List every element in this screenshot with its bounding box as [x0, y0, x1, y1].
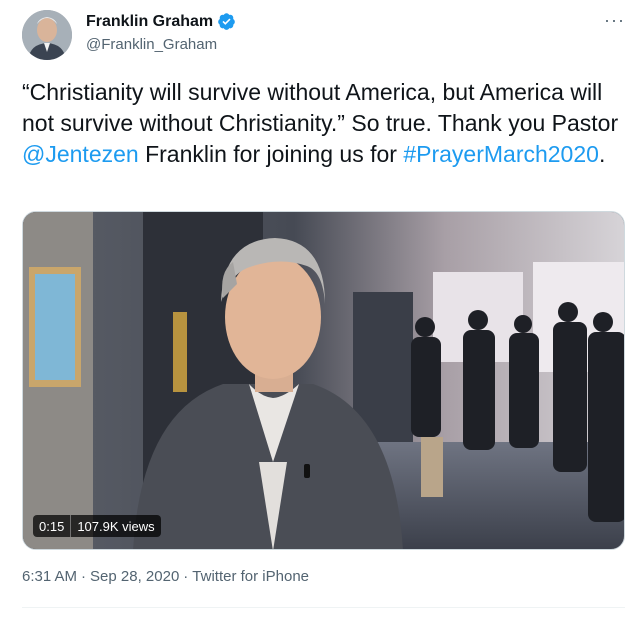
tweet-text-part: Franklin for joining us for — [138, 141, 404, 167]
tweet-time[interactable]: 6:31 AM — [22, 568, 77, 585]
video-thumbnail — [23, 212, 624, 549]
video-views: 107.9K views — [77, 518, 155, 534]
author-name-row[interactable]: Franklin Graham — [86, 12, 236, 31]
tweet-text: “Christianity will survive without Ameri… — [22, 77, 622, 170]
video-stats-badge: 0:15 107.9K views — [33, 515, 161, 537]
verified-badge-icon — [217, 12, 236, 31]
video-duration: 0:15 — [39, 518, 65, 534]
author-handle[interactable]: @Franklin_Graham — [86, 36, 217, 53]
tweet-text-part: “Christianity will survive without Ameri… — [22, 79, 619, 136]
author-display-name[interactable]: Franklin Graham — [86, 13, 213, 31]
divider — [22, 607, 625, 608]
hashtag-link[interactable]: #PrayerMarch2020 — [403, 141, 599, 167]
avatar-image — [22, 10, 72, 60]
tweet-meta: 6:31 AM · Sep 28, 2020 · Twitter for iPh… — [22, 568, 309, 585]
tweet-source: Twitter for iPhone — [192, 568, 310, 585]
tweet-card: Franklin Graham @Franklin_Graham ··· “Ch… — [0, 0, 639, 626]
more-options-icon[interactable]: ··· — [604, 10, 625, 31]
meta-separator: · — [81, 568, 87, 585]
author-avatar[interactable] — [22, 10, 72, 60]
tweet-text-part: . — [598, 141, 606, 167]
meta-separator: · — [183, 568, 189, 585]
video-player[interactable]: 0:15 107.9K views — [22, 211, 625, 550]
tweet-date[interactable]: Sep 28, 2020 — [90, 568, 179, 585]
mention-link[interactable]: @Jentezen — [22, 141, 139, 167]
